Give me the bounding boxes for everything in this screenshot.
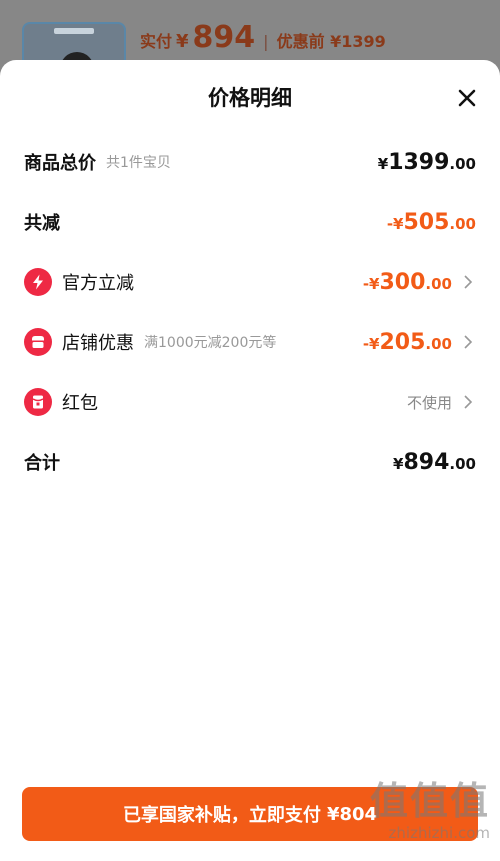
amount-decimal: .00 — [425, 334, 452, 353]
chevron-right-icon — [460, 394, 476, 410]
amount-integer: 505 — [403, 209, 450, 235]
total-price-amount: ¥ 1399 .00 — [378, 150, 476, 175]
background-price: 实付 ¥ 894 | 优惠前 ¥1399 — [140, 20, 386, 60]
pay-button-amount: ¥804 — [326, 803, 378, 825]
sum-amount: ¥ 894 .00 — [393, 450, 476, 475]
red-packet-icon — [24, 388, 52, 416]
row-red-packet[interactable]: 红包 不使用 — [24, 382, 476, 422]
currency-symbol: -¥ — [386, 214, 404, 233]
reduction-label: 共减 — [24, 213, 60, 234]
chevron-right-icon — [460, 334, 476, 350]
store-discount-amount: -¥ 205 .00 — [363, 330, 476, 355]
row-total-reduction: 共减 -¥ 505 .00 — [24, 202, 476, 242]
lightning-icon — [24, 268, 52, 296]
amount-decimal: .00 — [449, 454, 476, 473]
red-packet-value: 不使用 — [407, 392, 476, 413]
store-discount-label: 店铺优惠 — [62, 333, 134, 354]
reduction-amount: -¥ 505 .00 — [387, 210, 476, 235]
pay-button-label: 已享国家补贴，立即支付 — [122, 805, 321, 826]
pay-now-button[interactable]: 已享国家补贴，立即支付 ¥804 — [22, 787, 478, 841]
official-discount-amount: -¥ 300 .00 — [363, 270, 476, 295]
amount-integer: 205 — [379, 329, 426, 355]
price-detail-sheet: 价格明细 商品总价 共1件宝贝 ¥ 1399 .00 共减 -¥ 505 .00 — [0, 60, 500, 861]
amount-decimal: .00 — [449, 214, 476, 233]
total-price-label: 商品总价 — [24, 153, 96, 174]
thumbnail-tag — [54, 28, 94, 34]
currency-symbol: -¥ — [362, 274, 380, 293]
amount-integer: 1399 — [388, 149, 450, 175]
amount-integer: 300 — [379, 269, 426, 295]
close-icon — [458, 89, 476, 107]
row-total-price: 商品总价 共1件宝贝 ¥ 1399 .00 — [24, 142, 476, 182]
red-packet-status: 不使用 — [406, 393, 452, 412]
row-store-discount[interactable]: 店铺优惠 满1000元减200元等 -¥ 205 .00 — [24, 322, 476, 362]
sum-label: 合计 — [24, 453, 60, 474]
currency-symbol: -¥ — [362, 334, 380, 353]
currency-symbol: ¥ — [377, 154, 389, 173]
amount-integer: 894 — [403, 449, 450, 475]
red-packet-label: 红包 — [62, 393, 98, 414]
store-icon — [24, 328, 52, 356]
row-official-discount[interactable]: 官方立减 -¥ 300 .00 — [24, 262, 476, 302]
currency-symbol: ¥ — [393, 454, 404, 473]
close-button[interactable] — [456, 87, 478, 109]
amount-decimal: .00 — [449, 154, 476, 173]
paid-label: 实付 — [140, 32, 173, 51]
paid-currency: ¥ — [176, 31, 189, 52]
row-sum-total: 合计 ¥ 894 .00 — [24, 442, 476, 482]
chevron-right-icon — [460, 274, 476, 290]
item-count: 共1件宝贝 — [106, 155, 171, 171]
sheet-title: 价格明细 — [208, 86, 292, 110]
amount-decimal: .00 — [425, 274, 452, 293]
official-discount-label: 官方立减 — [62, 273, 134, 294]
before-discount-price: 优惠前 ¥1399 — [276, 32, 386, 51]
price-separator: | — [263, 32, 269, 51]
store-discount-condition: 满1000元减200元等 — [144, 335, 277, 351]
paid-amount: 894 — [192, 20, 256, 55]
